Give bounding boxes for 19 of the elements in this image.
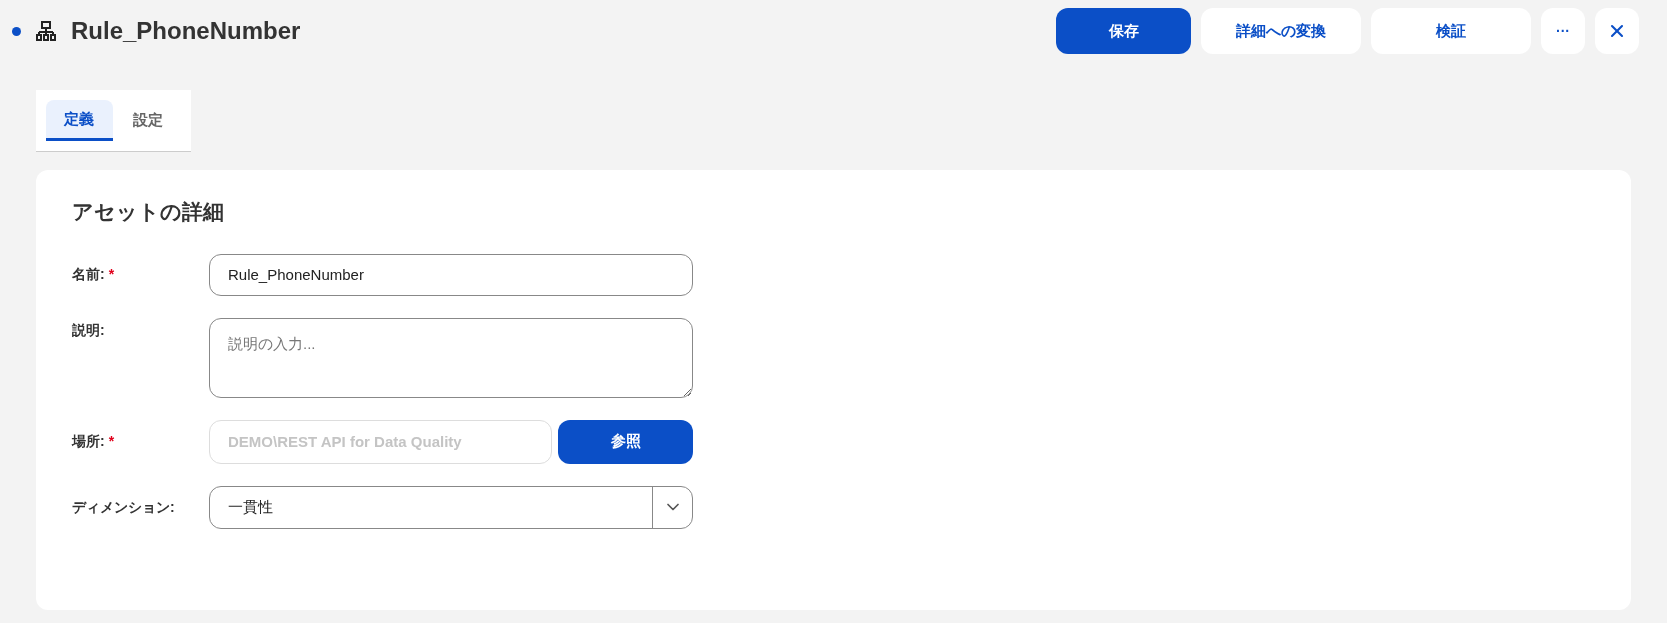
field-label: ディメンション: bbox=[72, 498, 175, 515]
tab[interactable]: 定義 bbox=[46, 100, 113, 141]
field-label: 説明: bbox=[72, 321, 105, 338]
save-button[interactable]: 保存 bbox=[1056, 8, 1191, 54]
field-label: 場所: bbox=[72, 433, 105, 449]
page-title: Rule_PhoneNumber bbox=[71, 16, 301, 46]
tab[interactable]: 設定 bbox=[114, 100, 181, 141]
description-field[interactable]: 説明の入力... bbox=[209, 317, 693, 398]
required-mark: * bbox=[108, 266, 115, 282]
dimension-select[interactable]: 一貫性 bbox=[209, 485, 693, 529]
close-button[interactable] bbox=[1595, 8, 1639, 54]
name-field[interactable]: Rule_PhoneNumber bbox=[209, 253, 693, 296]
header-button[interactable]: 検証 bbox=[1371, 8, 1531, 54]
card-title: アセットの詳細 bbox=[72, 199, 225, 225]
field-label: 名前: bbox=[72, 266, 105, 282]
more-button[interactable]: ··· bbox=[1541, 8, 1585, 54]
header-button[interactable]: 詳細への変換 bbox=[1201, 8, 1361, 54]
hierarchy-icon bbox=[35, 20, 57, 42]
required-mark: * bbox=[108, 433, 115, 449]
